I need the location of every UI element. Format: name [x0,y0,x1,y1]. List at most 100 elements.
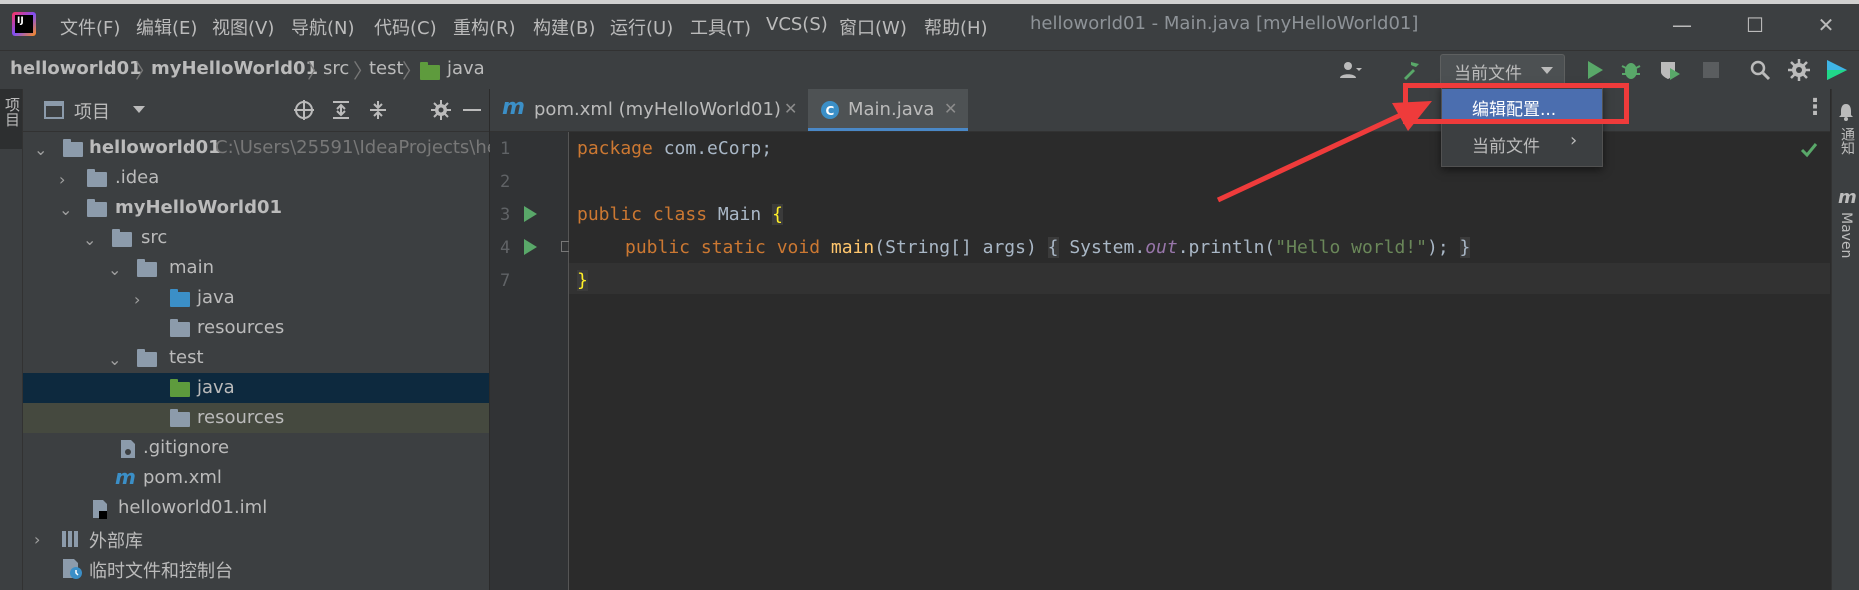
expand-all-icon[interactable] [330,99,352,121]
tree-item-main-resources[interactable]: resources [23,313,489,343]
tree-item-src[interactable]: ⌄ src [23,223,489,253]
expanded-arrow-icon[interactable]: ⌄ [108,350,121,369]
java-class-icon: C [821,101,839,119]
tree-item-label: src [141,227,168,248]
menu-run[interactable]: 运行(U) [610,14,673,40]
notifications-tab[interactable]: 通知 [1837,127,1857,155]
folder-icon [137,259,157,277]
user-profile-icon[interactable] [1338,58,1362,82]
breadcrumb-java[interactable]: java [447,58,485,79]
tree-item-scratches[interactable]: 临时文件和控制台 [23,553,489,583]
source-folder-icon [170,289,190,307]
more-tabs-icon[interactable]: ⋮ [1804,95,1826,120]
breadcrumb-src[interactable]: src [323,58,349,79]
tab-pom-xml[interactable]: m pom.xml (myHelloWorld01) ✕ [490,89,808,131]
expanded-arrow-icon[interactable]: ⌄ [108,260,121,279]
expanded-arrow-icon[interactable]: ⌄ [59,200,72,219]
project-strip-label: 项目 [3,97,21,127]
breadcrumb-project[interactable]: helloworld01 [10,58,142,79]
menu-build[interactable]: 构建(B) [533,14,595,40]
current-file-label: 当前文件 [1472,137,1540,157]
folded-brace[interactable]: } [1459,237,1471,258]
expanded-arrow-icon[interactable]: ⌄ [34,140,47,159]
run-config-selector[interactable]: 当前文件 [1440,54,1565,86]
close-tab-icon[interactable]: ✕ [784,99,797,118]
run-main-gutter-icon[interactable] [524,239,537,255]
collapsed-arrow-icon[interactable]: › [134,290,140,309]
settings-gear-icon[interactable] [1787,58,1811,82]
maven-tab[interactable]: Maven [1838,212,1854,258]
panel-settings-gear-icon[interactable] [430,99,452,121]
project-view-icon [44,101,64,119]
tree-item-test-resources[interactable]: resources [23,403,489,433]
line-number: 1 [500,139,511,159]
debug-icon[interactable] [1619,58,1643,82]
collapsed-arrow-icon[interactable]: › [34,530,40,549]
current-file-item[interactable]: 当前文件 › [1442,126,1602,160]
menu-help[interactable]: 帮助(H) [924,14,988,40]
code-with-me-icon[interactable] [1825,58,1849,82]
no-problems-check-icon[interactable] [1800,142,1818,158]
code-editor[interactable] [569,132,1830,590]
tab-label: pom.xml (myHelloWorld01) [534,99,781,120]
build-hammer-icon[interactable] [1400,58,1424,82]
menu-tools[interactable]: 工具(T) [690,14,751,40]
menu-navigate[interactable]: 导航(N) [291,14,355,40]
close-button[interactable]: ✕ [1806,10,1846,40]
tree-item-module[interactable]: ⌄ myHelloWorld01 [23,193,489,223]
breadcrumb-module[interactable]: myHelloWorld01 [151,58,318,79]
folded-brace[interactable]: { [1047,237,1059,258]
module-folder-icon [87,199,107,217]
menu-refactor[interactable]: 重构(R) [453,14,516,40]
maximize-button[interactable]: ☐ [1735,10,1775,40]
minimize-button[interactable]: — [1662,10,1702,40]
keyword: package [577,138,653,159]
brace: } [577,270,588,291]
editor-tab-bar: m pom.xml (myHelloWorld01) ✕ C Main.java… [490,89,1830,132]
tree-item-idea[interactable]: › .idea [23,163,489,193]
tab-main-java[interactable]: C Main.java ✕ [808,89,968,131]
breadcrumb-test[interactable]: test [369,58,404,79]
collapsed-arrow-icon[interactable]: › [59,170,65,189]
tree-item-test-java-selected[interactable]: java [23,373,489,403]
tree-item-path: C:\Users\25591\IdeaProjects\he [215,137,498,158]
menu-edit[interactable]: 编辑(E) [136,14,197,40]
tree-item-test[interactable]: ⌄ test [23,343,489,373]
tree-item-root[interactable]: ⌄ helloworld01 C:\Users\25591\IdeaProjec… [23,133,498,163]
maven-file-icon: m [502,95,525,120]
run-class-gutter-icon[interactable] [524,206,537,222]
search-icon[interactable] [1748,58,1772,82]
tree-item-iml[interactable]: helloworld01.iml [23,493,489,523]
left-tool-strip [0,89,23,590]
project-tool-window-button[interactable]: 项目 [0,89,22,149]
project-view-dropdown-icon[interactable] [133,106,145,113]
project-panel-title[interactable]: 项目 [74,98,110,124]
menu-code[interactable]: 代码(C) [374,14,437,40]
tree-item-label: helloworld01 [89,137,221,158]
menu-window[interactable]: 窗口(W) [839,14,907,40]
call-end: ); [1426,237,1460,258]
locate-file-icon[interactable] [293,99,315,121]
menu-file[interactable]: 文件(F) [60,14,120,40]
tree-item-main-java[interactable]: › java [23,283,489,313]
collapse-all-icon[interactable] [367,99,389,121]
tree-item-pom[interactable]: m pom.xml [23,463,489,493]
editor-gutter [490,132,569,590]
expanded-arrow-icon[interactable]: ⌄ [83,230,96,249]
notifications-bell-icon[interactable] [1838,103,1854,121]
scratches-icon [63,559,82,579]
run-with-coverage-icon[interactable] [1658,58,1682,82]
tree-item-gitignore[interactable]: .gitignore [23,433,489,463]
tree-item-main[interactable]: ⌄ main [23,253,489,283]
run-icon[interactable] [1583,58,1607,82]
browser-tab-strip [0,0,1859,4]
stop-icon[interactable] [1699,58,1723,82]
test-resources-folder-icon [170,409,190,427]
hide-panel-icon[interactable] [463,109,481,111]
menu-vcs[interactable]: VCS(S) [766,14,828,35]
menu-view[interactable]: 视图(V) [212,14,274,40]
close-tab-icon[interactable]: ✕ [944,99,957,118]
tree-item-external-libraries[interactable]: › 外部库 [23,523,489,553]
folder-icon [87,169,107,187]
line-number: 2 [500,172,511,192]
